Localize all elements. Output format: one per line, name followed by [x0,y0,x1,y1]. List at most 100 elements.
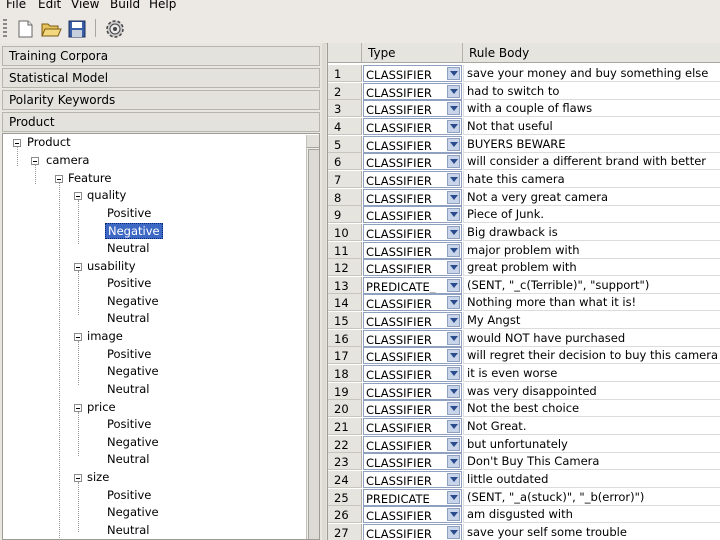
collapse-toggle-icon[interactable] [74,404,82,412]
rule-body-cell[interactable]: hate this camera [463,170,720,188]
chevron-down-icon[interactable] [447,155,460,169]
tree-leaf-negative[interactable]: Negative [107,435,159,449]
type-dropdown[interactable]: CLASSIFIER [363,170,462,188]
table-row[interactable]: 25 PREDICATE (SENT, "_a(stuck)", "_b(error… [328,488,720,506]
tree-node-feature[interactable]: Feature [68,171,111,185]
tree-leaf-positive[interactable]: Positive [107,488,151,502]
type-dropdown[interactable]: CLASSIFIER [363,82,462,100]
table-row[interactable]: 2 CLASSIFIER had to switch to [328,82,720,100]
open-folder-icon[interactable] [40,18,62,40]
collapse-toggle-icon[interactable] [74,263,82,271]
table-row[interactable]: 19 CLASSIFIER was very disappointed [328,382,720,400]
collapse-toggle-icon[interactable] [74,192,82,200]
table-row[interactable]: 3 CLASSIFIER with a couple of flaws [328,100,720,118]
chevron-down-icon[interactable] [447,208,460,222]
table-row[interactable]: 14 CLASSIFIER Nothing more than what it is… [328,294,720,312]
chevron-down-icon[interactable] [447,314,460,328]
table-row[interactable]: 8 CLASSIFIER Not a very great camera [328,188,720,206]
table-row[interactable]: 17 CLASSIFIER will regret their decision t… [328,347,720,365]
scrollbar-thumb[interactable] [308,149,319,539]
tree-node-price[interactable]: price [87,400,116,414]
rule-body-cell[interactable]: Don't Buy This Camera [463,453,720,471]
menu-build[interactable]: Build [110,0,140,11]
table-row[interactable]: 27 CLASSIFIER save your self some trouble [328,523,720,540]
type-dropdown[interactable]: CLASSIFIER [363,188,462,206]
tree-leaf-positive[interactable]: Positive [107,417,151,431]
table-row[interactable]: 26 CLASSIFIER am disgusted with [328,506,720,524]
table-row[interactable]: 5 CLASSIFIER BUYERS BEWARE [328,135,720,153]
table-row[interactable]: 24 CLASSIFIER little outdated [328,470,720,488]
type-dropdown[interactable]: CLASSIFIER [363,241,462,259]
menu-view[interactable]: View [71,0,99,11]
type-dropdown[interactable]: CLASSIFIER [363,312,462,330]
menu-edit[interactable]: Edit [38,0,61,11]
type-dropdown[interactable]: PREDICATE [363,488,462,506]
chevron-down-icon[interactable] [447,190,460,204]
column-header-rule-body[interactable]: Rule Body [463,43,720,63]
collapse-toggle-icon[interactable] [55,175,63,183]
tree-node-image[interactable]: image [87,329,123,343]
chevron-down-icon[interactable] [447,119,460,133]
tree-node-size[interactable]: size [87,470,109,484]
new-file-icon[interactable] [14,18,36,40]
tree-leaf-negative[interactable]: Negative [107,505,159,519]
type-dropdown[interactable]: PREDICATE_ [363,276,462,294]
type-dropdown[interactable]: CLASSIFIER [363,523,462,540]
rule-body-cell[interactable]: Not Great. [463,418,720,435]
rule-body-cell[interactable]: will consider a different brand with bet… [463,153,720,171]
menu-file[interactable]: File [6,0,26,11]
rule-body-cell[interactable]: Piece of Junk. [463,206,720,224]
table-row[interactable]: 10 CLASSIFIER Big drawback is [328,223,720,241]
chevron-down-icon[interactable] [447,331,460,345]
rule-body-cell[interactable]: Not that useful [463,117,720,135]
type-dropdown[interactable]: CLASSIFIER [363,453,462,471]
tree-leaf-neutral[interactable]: Neutral [107,241,149,255]
chevron-down-icon[interactable] [447,278,460,292]
chevron-down-icon[interactable] [447,225,460,239]
chevron-down-icon[interactable] [447,420,460,433]
rule-body-cell[interactable]: had to switch to [463,82,720,100]
collapse-toggle-icon[interactable] [74,333,82,341]
rule-body-cell[interactable]: would NOT have purchased [463,329,720,347]
type-dropdown[interactable]: CLASSIFIER [363,365,462,383]
table-row[interactable]: 9 CLASSIFIER Piece of Junk. [328,206,720,224]
settings-gear-icon[interactable] [104,18,126,40]
menu-help[interactable]: Help [149,0,176,11]
type-dropdown[interactable]: CLASSIFIER [363,470,462,488]
table-row[interactable]: 18 CLASSIFIER it is even worse [328,365,720,383]
table-row[interactable]: 11 CLASSIFIER major problem with [328,241,720,259]
type-dropdown[interactable]: CLASSIFIER [363,259,462,277]
rule-body-cell[interactable]: am disgusted with [463,506,720,524]
tree-leaf-neutral[interactable]: Neutral [107,452,149,466]
rule-body-cell[interactable]: was very disappointed [463,382,720,400]
table-row[interactable]: 23 CLASSIFIER Don't Buy This Camera [328,453,720,471]
table-row[interactable]: 21 CLASSIFIER Not Great. [328,418,720,435]
table-row[interactable]: 7 CLASSIFIER hate this camera [328,170,720,188]
chevron-down-icon[interactable] [447,137,460,151]
chevron-down-icon[interactable] [447,296,460,310]
type-dropdown[interactable]: CLASSIFIER [363,400,462,418]
rule-body-cell[interactable]: (SENT, "_c(Terrible)", "support") [463,276,720,294]
tree-leaf-neutral[interactable]: Neutral [107,382,149,396]
table-row[interactable]: 12 CLASSIFIER great problem with [328,259,720,277]
tree-leaf-positive[interactable]: Positive [107,276,151,290]
chevron-down-icon[interactable] [447,525,460,539]
rule-body-cell[interactable]: great problem with [463,259,720,277]
rule-body-cell[interactable]: Big drawback is [463,223,720,241]
type-dropdown[interactable]: CLASSIFIER [363,153,462,171]
tree-node-product[interactable]: Product [27,135,71,149]
type-dropdown[interactable]: CLASSIFIER [363,418,462,435]
rule-body-cell[interactable]: little outdated [463,470,720,488]
tree-node-camera[interactable]: camera [46,153,89,167]
chevron-down-icon[interactable] [447,508,460,522]
section-training-corpora[interactable]: Training Corpora [2,46,320,66]
section-statistical-model[interactable]: Statistical Model [2,68,320,88]
chevron-down-icon[interactable] [447,437,460,451]
section-polarity-keywords[interactable]: Polarity Keywords [2,90,320,110]
type-dropdown[interactable]: CLASSIFIER [363,435,462,453]
toolbar-grip[interactable] [3,19,7,37]
pane-splitter[interactable] [322,43,326,540]
chevron-down-icon[interactable] [447,472,460,486]
type-dropdown[interactable]: CLASSIFIER [363,206,462,224]
chevron-down-icon[interactable] [447,172,460,186]
